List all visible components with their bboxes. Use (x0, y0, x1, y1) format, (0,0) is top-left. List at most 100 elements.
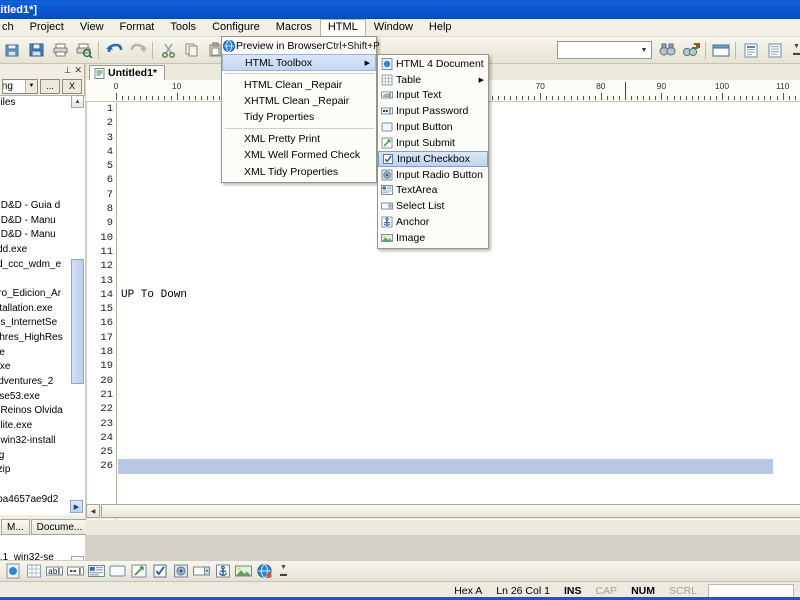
print-icon[interactable] (48, 39, 72, 62)
ruler-tick (509, 96, 511, 100)
line-number: 21 (100, 388, 113, 401)
scrollbar-thumb[interactable] (71, 259, 84, 384)
submenu-option-input-checkbox[interactable]: Input Checkbox (378, 150, 488, 167)
anchor-icon[interactable] (212, 562, 233, 581)
input-button-icon[interactable] (107, 562, 128, 581)
table-icon[interactable] (23, 562, 44, 581)
html-toolbox-toolbar: ab ▼ ▬ (0, 560, 800, 582)
document-tab-untitled1[interactable]: Untitled1* (89, 65, 166, 80)
redo-icon[interactable] (126, 39, 150, 62)
submenu-option-textarea[interactable]: TextArea (378, 183, 488, 199)
window-icon[interactable] (709, 39, 733, 62)
code-line[interactable] (118, 274, 800, 288)
menu-item-configure[interactable]: Configure (204, 19, 268, 37)
input-checkbox-icon (379, 151, 397, 166)
menu-item-html[interactable]: HTML (319, 18, 366, 38)
hscroll-thumb[interactable] (101, 504, 800, 518)
code-line[interactable] (118, 359, 800, 373)
close-panel-button[interactable]: X (62, 78, 82, 94)
submenu-option-anchor[interactable]: Anchor (378, 214, 488, 230)
submenu-option-input-text[interactable]: ab Input Text (378, 88, 488, 104)
dock-tab-m[interactable]: M... (1, 519, 30, 535)
input-checkbox-icon[interactable] (149, 562, 170, 581)
hscroll-left-icon[interactable]: ◀ (86, 504, 100, 518)
code-line[interactable] (118, 316, 800, 330)
ruler-tick (631, 96, 633, 100)
menu-option-preview-in-browser[interactable]: Preview in Browser Ctrl+Shift+P (222, 38, 380, 54)
menu-item-tools[interactable]: Tools (162, 19, 204, 37)
input-text-icon[interactable]: ab (44, 562, 65, 581)
image-icon[interactable] (233, 562, 254, 581)
menu-option-tidy-properties[interactable]: Tidy Properties (222, 109, 376, 125)
code-line[interactable] (118, 388, 800, 402)
code-line[interactable] (118, 417, 800, 431)
code-line[interactable]: UP To Down (118, 288, 800, 302)
close-icon[interactable]: ✕ (74, 66, 82, 75)
submenu-option-html-4-document[interactable]: HTML 4 Document (378, 56, 488, 72)
menu-bar: ch Project View Format Tools Configure M… (0, 18, 800, 38)
menu-option-xml-pretty-print[interactable]: XML Pretty Print (222, 131, 376, 147)
file-list-hscroll[interactable]: ▶ (0, 500, 85, 514)
editor-hscrollbar[interactable]: ◀ (86, 504, 800, 519)
browser-icon[interactable] (254, 562, 275, 581)
scroll-right-icon[interactable]: ▶ (70, 500, 83, 513)
code-line[interactable] (118, 459, 773, 474)
submenu-option-input-password[interactable]: Input Password (378, 103, 488, 119)
menu-option-xhtml-clean-repair[interactable]: XHTML Clean _Repair (222, 93, 376, 109)
scroll-up-icon[interactable]: ▲ (71, 95, 84, 108)
undo-icon[interactable] (102, 39, 126, 62)
code-line[interactable] (118, 431, 800, 445)
code-line[interactable] (118, 402, 800, 416)
input-password-icon[interactable] (65, 562, 86, 581)
ruler-tick (794, 96, 796, 100)
input-radio-icon[interactable] (170, 562, 191, 581)
submenu-option-image[interactable]: Image (378, 230, 488, 246)
menu-item-view[interactable]: View (72, 19, 112, 37)
menu-item-help[interactable]: Help (421, 19, 460, 37)
path-combo[interactable]: tting ▼ (2, 78, 38, 94)
input-submit-icon[interactable] (128, 562, 149, 581)
code-line[interactable] (118, 259, 800, 273)
menu-option-xml-tidy-properties[interactable]: XML Tidy Properties (222, 163, 376, 179)
select-list-icon[interactable] (191, 562, 212, 581)
code-line[interactable] (118, 374, 800, 388)
menu-option-html-clean-repair[interactable]: HTML Clean _Repair (222, 76, 376, 92)
menu-item-project[interactable]: Project (22, 19, 72, 37)
submenu-option-input-radio-button[interactable]: Input Radio Button (378, 167, 488, 183)
find-replace-icon[interactable] (679, 39, 703, 62)
submenu-option-select-list[interactable]: Select List (378, 198, 488, 214)
toolbar-combo[interactable]: ▼ (557, 41, 652, 59)
line-number: 4 (106, 145, 113, 158)
open-icon[interactable] (0, 39, 24, 62)
cut-icon[interactable] (156, 39, 180, 62)
dock-tab-documents[interactable]: Docume... (30, 519, 89, 535)
browse-button[interactable]: ... (40, 78, 60, 94)
code-line[interactable] (118, 345, 800, 359)
menu-item-window[interactable]: Window (366, 19, 421, 37)
menu-item-format[interactable]: Format (112, 19, 163, 37)
submenu-option-input-submit[interactable]: Input Submit (378, 135, 488, 151)
submenu-option-label: Input Password (396, 105, 469, 118)
submenu-option-input-button[interactable]: Input Button (378, 119, 488, 135)
menu-option-html-toolbox[interactable]: HTML Toolbox ▶ (222, 54, 376, 72)
code-line[interactable] (118, 302, 800, 316)
toolbar-overflow-icon[interactable]: ▼ ▬ (793, 43, 800, 57)
save-icon[interactable] (24, 39, 48, 62)
code-line[interactable] (118, 331, 800, 345)
document-list-icon[interactable] (763, 39, 787, 62)
file-list-scrollbar[interactable]: ▲ ▼ (71, 95, 84, 569)
textarea-grid-icon[interactable] (86, 562, 107, 581)
print-preview-icon[interactable] (72, 39, 96, 62)
pin-icon[interactable]: ⊥ (64, 66, 72, 75)
menu-item-ch[interactable]: ch (0, 19, 22, 37)
html-document-icon[interactable] (2, 562, 23, 581)
menu-option-xml-well-formed-check[interactable]: XML Well Formed Check (222, 147, 376, 163)
find-icon[interactable] (655, 39, 679, 62)
menu-item-macros[interactable]: Macros (268, 19, 320, 37)
submenu-option-label: Select List (396, 200, 445, 213)
copy-icon[interactable] (180, 39, 204, 62)
submenu-option-table[interactable]: Table ▶ (378, 72, 488, 88)
code-line[interactable] (118, 445, 800, 459)
bottom-toolbar-overflow-icon[interactable]: ▼ ▬ (280, 564, 287, 578)
document-properties-icon[interactable] (739, 39, 763, 62)
